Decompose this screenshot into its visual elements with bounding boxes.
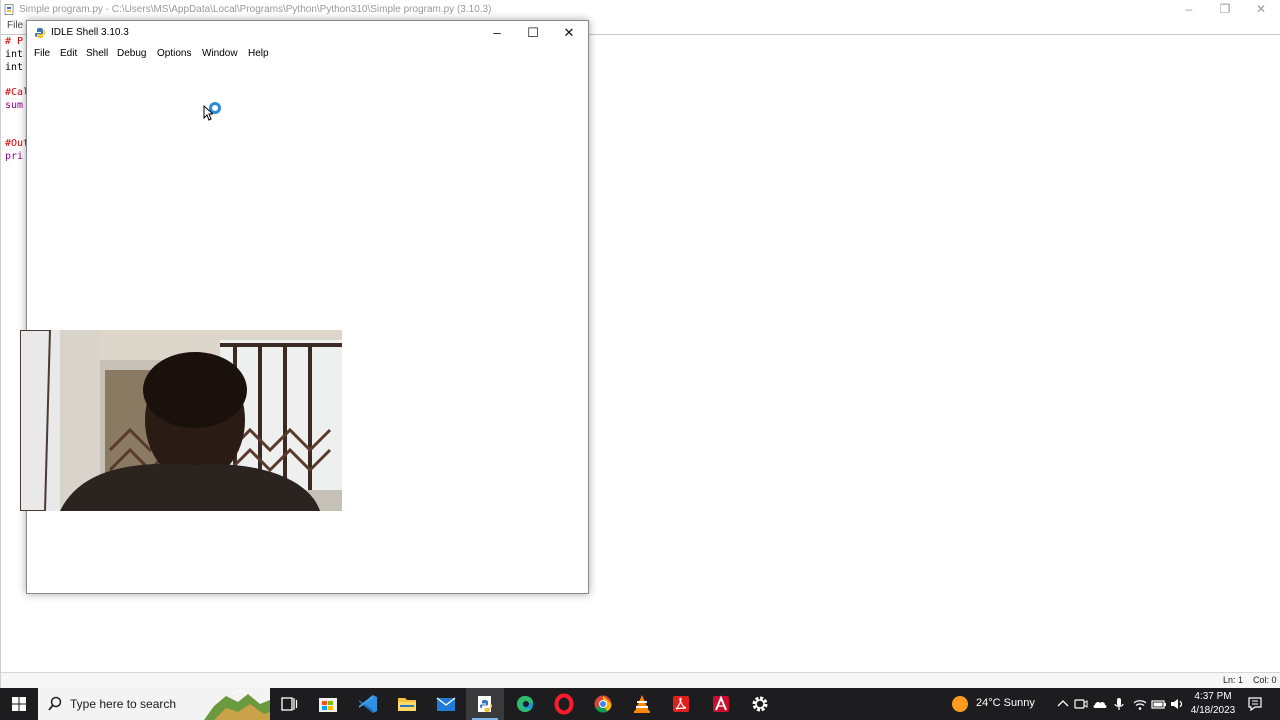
- shell-menu-window[interactable]: Window: [202, 48, 238, 59]
- editor-status-bar: Ln: 1 Col: 0: [1, 672, 1280, 688]
- taskbar-acrobat-app[interactable]: [662, 688, 700, 720]
- shell-maximize-button[interactable]: ☐: [515, 21, 551, 45]
- shell-close-button[interactable]: ✕: [551, 21, 587, 45]
- app-a-icon: [713, 695, 729, 712]
- battery-icon[interactable]: [1150, 695, 1168, 713]
- shell-menu-edit[interactable]: Edit: [60, 48, 77, 59]
- meet-now-icon[interactable]: [1072, 695, 1090, 713]
- taskbar-settings-app[interactable]: [741, 688, 779, 720]
- editor-window-title: Simple program.py - C:\Users\MS\AppData\…: [19, 4, 492, 15]
- shell-titlebar[interactable]: IDLE Shell 3.10.3 – ☐ ✕: [27, 21, 588, 45]
- weather-status[interactable]: 24°C Sunny: [976, 697, 1035, 709]
- shell-menu-shell[interactable]: Shell: [86, 48, 108, 59]
- taskbar-vscode-app[interactable]: [349, 688, 387, 720]
- notification-center-icon[interactable]: [1246, 695, 1264, 713]
- editor-menu-file[interactable]: File: [7, 19, 23, 33]
- edge-icon: [517, 696, 533, 712]
- python-logo-icon: [35, 28, 45, 38]
- python-file-icon: [4, 4, 14, 15]
- sun-weather-icon[interactable]: [952, 696, 968, 712]
- taskbar-opera-app[interactable]: [545, 688, 583, 720]
- taskbar-mail-app[interactable]: [427, 688, 465, 720]
- gear-icon: [752, 696, 768, 712]
- task-view-icon: [281, 697, 298, 711]
- windows-taskbar: Type here to search 24°C Sunny 4:37 PM 4…: [0, 688, 1280, 720]
- editor-titlebar: Simple program.py - C:\Users\MS\AppData\…: [1, 0, 1280, 20]
- shell-menu-options[interactable]: Options: [157, 48, 191, 59]
- vlc-icon: [634, 695, 650, 713]
- task-view-button[interactable]: [270, 688, 308, 720]
- taskbar-vlc-app[interactable]: [623, 688, 661, 720]
- mail-icon: [436, 697, 456, 711]
- search-icon: [48, 696, 62, 711]
- taskbar-store-app[interactable]: [309, 688, 347, 720]
- shell-menu-file[interactable]: File: [34, 48, 50, 59]
- folder-icon: [398, 698, 416, 711]
- python-idle-icon: [478, 696, 492, 712]
- acrobat-icon: [673, 696, 689, 712]
- line-number-status: Ln: 1: [1223, 675, 1244, 685]
- taskbar-file-explorer-app[interactable]: [388, 688, 426, 720]
- taskbar-edge-app[interactable]: [506, 688, 544, 720]
- shell-menu-help[interactable]: Help: [248, 48, 269, 59]
- search-placeholder: Type here to search: [70, 697, 177, 711]
- shell-minimize-button[interactable]: –: [479, 21, 515, 45]
- windows-logo-icon: [12, 697, 26, 711]
- chrome-icon: [594, 695, 612, 713]
- shell-menu-debug[interactable]: Debug: [117, 48, 146, 59]
- taskbar-python-idle-app[interactable]: [466, 688, 504, 720]
- clock-time[interactable]: 4:37 PM: [1190, 691, 1236, 702]
- vscode-icon: [359, 695, 377, 713]
- taskbar-chrome-app[interactable]: [584, 688, 622, 720]
- taskbar-arduino-app[interactable]: [702, 688, 740, 720]
- editor-close-button[interactable]: ✕: [1243, 0, 1279, 20]
- start-button[interactable]: [0, 688, 38, 720]
- editor-restore-button[interactable]: ❐: [1207, 0, 1243, 20]
- volume-icon[interactable]: [1168, 695, 1186, 713]
- editor-minimize-button[interactable]: –: [1171, 0, 1207, 20]
- shell-window-title: IDLE Shell 3.10.3: [51, 27, 129, 38]
- mouse-pointer-icon: [203, 105, 213, 121]
- taskbar-search-box[interactable]: Type here to search: [38, 688, 270, 720]
- webcam-video-overlay: [20, 330, 342, 511]
- search-highlight-icon: [204, 689, 270, 720]
- opera-icon: [554, 693, 574, 715]
- clock-date[interactable]: 4/18/2023: [1188, 705, 1238, 716]
- microphone-icon[interactable]: [1110, 695, 1128, 713]
- desktop-screen: Simple program.py - C:\Users\MS\AppData\…: [0, 0, 1280, 720]
- shell-menubar: File Edit Shell Debug Options Window Hel…: [27, 45, 588, 63]
- chevron-up-icon[interactable]: [1054, 695, 1072, 713]
- onedrive-cloud-icon[interactable]: [1091, 695, 1109, 713]
- microsoft-store-icon: [319, 698, 337, 712]
- wifi-icon[interactable]: [1131, 695, 1149, 713]
- shell-text-area[interactable]: [27, 63, 588, 593]
- column-number-status: Col: 0: [1253, 675, 1277, 685]
